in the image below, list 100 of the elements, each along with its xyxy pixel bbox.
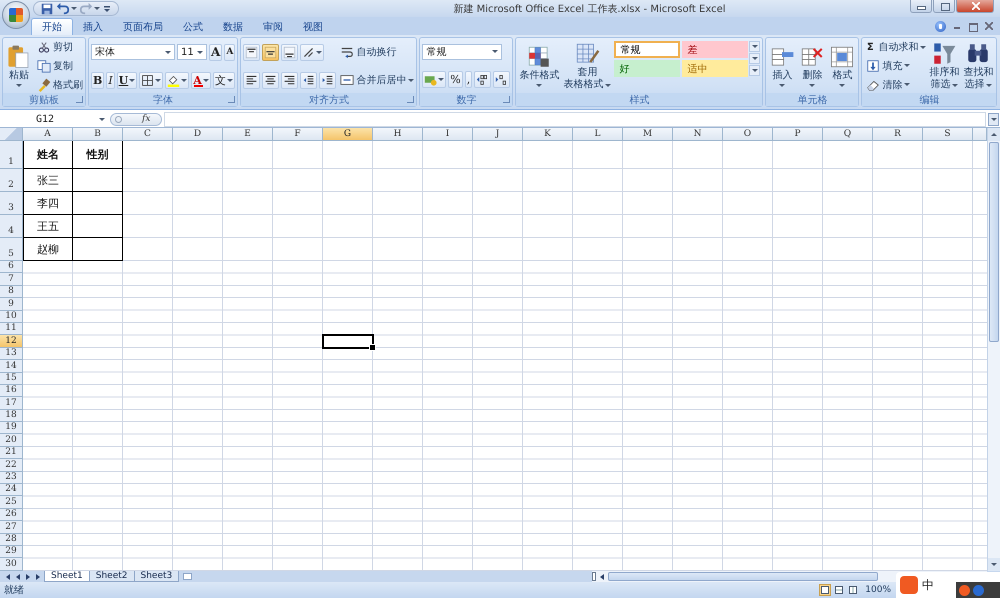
input-mode[interactable]: 中 [922, 576, 934, 594]
wrap-text-button[interactable]: 自动换行 [338, 44, 396, 60]
row-header[interactable]: 1 [0, 141, 23, 169]
sort-filter-button[interactable]: 排序和 筛选 [928, 41, 960, 91]
page-break-view-button[interactable] [847, 584, 860, 596]
row-header[interactable]: 19 [0, 422, 23, 434]
number-format-field[interactable]: 常规 [422, 44, 502, 60]
decrease-indent-button[interactable] [300, 72, 318, 88]
column-header[interactable]: M [623, 128, 673, 141]
copy-button[interactable]: 复制 [35, 58, 73, 74]
ribbon-tab[interactable]: 开始 [31, 18, 73, 35]
row-header[interactable]: 9 [0, 298, 23, 311]
cell-style[interactable]: 常规 [614, 41, 680, 58]
column-header[interactable]: A [23, 128, 73, 141]
font-size-field[interactable]: 11 [177, 44, 207, 60]
row-header[interactable]: 11 [0, 322, 23, 336]
office-button[interactable] [2, 1, 30, 29]
decrease-decimal-button[interactable] [493, 71, 510, 88]
close-button[interactable] [956, 0, 994, 13]
row-header[interactable]: 4 [0, 215, 23, 238]
expand-button[interactable] [988, 112, 999, 126]
row-header[interactable]: 12 [0, 335, 23, 348]
align-bottom-button[interactable] [281, 44, 298, 60]
ime-logo-icon[interactable] [959, 584, 970, 596]
row-header[interactable]: 17 [0, 397, 23, 410]
scroll-thumb[interactable] [989, 142, 999, 342]
column-header[interactable]: J [473, 128, 523, 141]
row-header[interactable]: 25 [0, 496, 23, 509]
cell-style[interactable]: 好 [614, 60, 680, 77]
row-header[interactable]: 18 [0, 410, 23, 422]
restore-button[interactable] [968, 21, 978, 31]
phonetic-guide-button[interactable]: 文 [212, 72, 235, 88]
ribbon-tab[interactable]: 页面布局 [113, 18, 173, 35]
undo-button[interactable] [56, 2, 77, 16]
row-header[interactable]: 22 [0, 459, 23, 472]
row-header[interactable]: 27 [0, 521, 23, 534]
column-header[interactable]: B [73, 128, 123, 141]
fill-down-button[interactable]: 填充 [864, 58, 910, 74]
increase-indent-button[interactable] [319, 72, 336, 88]
font-name-field[interactable]: 宋体 [91, 44, 175, 60]
column-header[interactable]: H [373, 128, 423, 141]
row-header[interactable]: 21 [0, 446, 23, 460]
row-header[interactable]: 14 [0, 360, 23, 373]
name-box[interactable]: G12 [0, 112, 108, 126]
align-center-button[interactable] [262, 72, 280, 88]
column-header[interactable]: O [723, 128, 773, 141]
row-header[interactable]: 29 [0, 546, 23, 558]
zoom-level[interactable]: 100% [865, 585, 891, 595]
increase-decimal-button[interactable] [474, 71, 492, 88]
eraser-button[interactable]: 清除 [864, 77, 910, 92]
fill-color-button[interactable] [165, 72, 190, 88]
clipboard-button[interactable]: 粘贴 [5, 44, 33, 88]
formula-field[interactable] [164, 112, 986, 126]
ribbon-tab[interactable]: 审阅 [253, 18, 293, 35]
cell-style[interactable]: 适中 [682, 60, 748, 77]
column-header[interactable]: L [573, 128, 623, 141]
redo-button[interactable] [79, 2, 100, 16]
sheet-tab[interactable]: Sheet2 [88, 571, 134, 582]
ribbon-tab[interactable]: 公式 [173, 18, 213, 35]
row-header[interactable]: 28 [0, 534, 23, 546]
save-button[interactable] [40, 2, 54, 16]
row-header[interactable]: 3 [0, 192, 23, 215]
row-header[interactable]: 24 [0, 484, 23, 496]
ribbon-tab[interactable]: 数据 [213, 18, 253, 35]
merge-cells-button[interactable]: 合并后居中 [338, 72, 414, 88]
scroll-up-button[interactable] [988, 128, 1000, 141]
bold-button[interactable]: B [91, 72, 104, 88]
column-header[interactable]: C [123, 128, 173, 141]
column-header[interactable]: F [273, 128, 323, 141]
more-button[interactable] [749, 65, 760, 76]
column-header[interactable]: R [873, 128, 923, 141]
sheet-tab[interactable]: Sheet1 [44, 571, 90, 582]
align-middle-button[interactable] [262, 44, 280, 60]
binoculars-button[interactable]: 查找和 选择 [962, 41, 994, 91]
column-header[interactable]: G [323, 128, 373, 141]
delete-cells-button[interactable]: 删除 [798, 44, 826, 88]
scroll-thumb[interactable] [608, 572, 878, 581]
borders-button[interactable] [139, 72, 164, 88]
comma-style-button[interactable]: , [464, 71, 472, 88]
column-header[interactable]: N [673, 128, 723, 141]
row-header[interactable]: 23 [0, 472, 23, 484]
shrink-font-button[interactable]: A [224, 44, 236, 60]
column-header[interactable]: K [523, 128, 573, 141]
row-header[interactable]: 8 [0, 286, 23, 298]
percent-button[interactable]: % [448, 71, 463, 88]
scroll-up-button[interactable] [749, 41, 760, 52]
align-left-button[interactable] [243, 72, 260, 88]
insert-cells-button[interactable]: 插入 [768, 44, 796, 88]
ribbon-tab[interactable]: 视图 [293, 18, 333, 35]
underline-button[interactable]: U [116, 72, 138, 88]
row-header[interactable]: 5 [0, 238, 23, 261]
conditional-format-button[interactable]: 条件格式 [518, 44, 560, 88]
row-header[interactable]: 13 [0, 348, 23, 360]
cell-style[interactable]: 差 [682, 41, 748, 58]
text-angle-button[interactable] [300, 44, 324, 60]
active-cell[interactable] [323, 335, 373, 348]
scissors-button[interactable]: 剪切 [35, 40, 73, 55]
sheet-tab[interactable]: Sheet3 [134, 571, 180, 582]
row-header[interactable]: 7 [0, 273, 23, 286]
tool-button[interactable]: Σ 自动求和 [864, 40, 926, 55]
